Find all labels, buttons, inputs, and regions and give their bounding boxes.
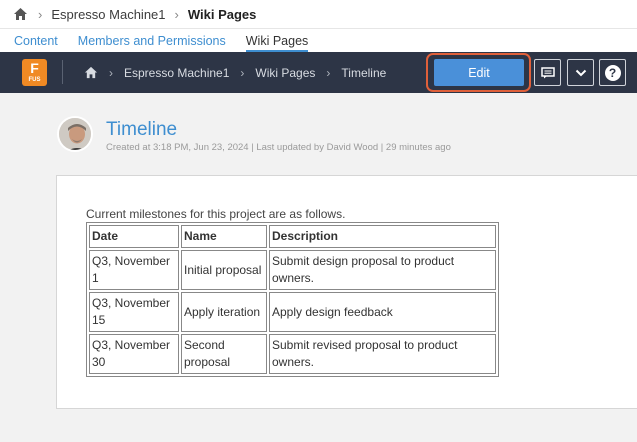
cell-description: Apply design feedback bbox=[269, 292, 496, 332]
chevron-right-icon: › bbox=[109, 65, 113, 80]
chevron-right-icon: › bbox=[326, 65, 331, 80]
cell-name: Apply iteration bbox=[181, 292, 267, 332]
chevron-right-icon: › bbox=[174, 6, 179, 22]
cell-date: Q3, November 1 bbox=[89, 250, 179, 290]
tab-wiki-pages[interactable]: Wiki Pages bbox=[245, 34, 309, 52]
table-row: Q3, November 30 Second proposal Submit r… bbox=[89, 334, 496, 374]
nav-wiki-pages[interactable]: Wiki Pages bbox=[255, 66, 315, 80]
table-header-row: Date Name Description bbox=[89, 225, 496, 248]
cell-date: Q3, November 30 bbox=[89, 334, 179, 374]
wiki-breadcrumb: › Espresso Machine1 › Wiki Pages › Timel… bbox=[84, 52, 386, 93]
logo-sub: FUS bbox=[28, 77, 41, 83]
logo-letter: F bbox=[30, 60, 39, 76]
comment-button[interactable] bbox=[534, 59, 561, 86]
column-header-date: Date bbox=[89, 225, 179, 248]
chevron-right-icon: › bbox=[38, 6, 43, 22]
help-icon: ? bbox=[604, 64, 621, 81]
tab-members-and-permissions[interactable]: Members and Permissions bbox=[78, 34, 226, 52]
home-icon[interactable] bbox=[84, 66, 98, 79]
cell-description: Submit design proposal to product owners… bbox=[269, 250, 496, 290]
chevron-right-icon: › bbox=[240, 65, 245, 80]
breadcrumb-project[interactable]: Espresso Machine1 bbox=[51, 7, 165, 22]
fusion-logo: F FUS bbox=[22, 59, 47, 86]
intro-text: Current milestones for this project are … bbox=[86, 207, 346, 221]
page-title: Timeline bbox=[106, 119, 178, 140]
top-breadcrumb: › Espresso Machine1 › Wiki Pages bbox=[0, 0, 637, 28]
comment-icon bbox=[540, 66, 555, 79]
divider bbox=[62, 60, 63, 84]
table-row: Q3, November 15 Apply iteration Apply de… bbox=[89, 292, 496, 332]
nav-project[interactable]: Espresso Machine1 bbox=[124, 66, 229, 80]
cell-description: Submit revised proposal to product owner… bbox=[269, 334, 496, 374]
chevron-down-icon bbox=[575, 69, 587, 77]
tab-bar: Content Members and Permissions Wiki Pag… bbox=[0, 28, 637, 52]
milestones-table: Date Name Description Q3, November 1 Ini… bbox=[86, 222, 499, 377]
cell-name: Initial proposal bbox=[181, 250, 267, 290]
help-button[interactable]: ? bbox=[599, 59, 626, 86]
table-row: Q3, November 1 Initial proposal Submit d… bbox=[89, 250, 496, 290]
edit-button[interactable]: Edit bbox=[434, 59, 524, 86]
avatar bbox=[57, 116, 93, 152]
column-header-description: Description bbox=[269, 225, 496, 248]
more-options-button[interactable] bbox=[567, 59, 594, 86]
nav-current-page: Timeline bbox=[341, 65, 387, 80]
tab-content[interactable]: Content bbox=[14, 34, 58, 52]
cell-date: Q3, November 15 bbox=[89, 292, 179, 332]
breadcrumb-current: Wiki Pages bbox=[187, 6, 257, 22]
home-icon[interactable] bbox=[13, 7, 29, 21]
column-header-name: Name bbox=[181, 225, 267, 248]
cell-name: Second proposal bbox=[181, 334, 267, 374]
page-meta: Created at 3:18 PM, Jun 23, 2024 | Last … bbox=[106, 142, 451, 153]
